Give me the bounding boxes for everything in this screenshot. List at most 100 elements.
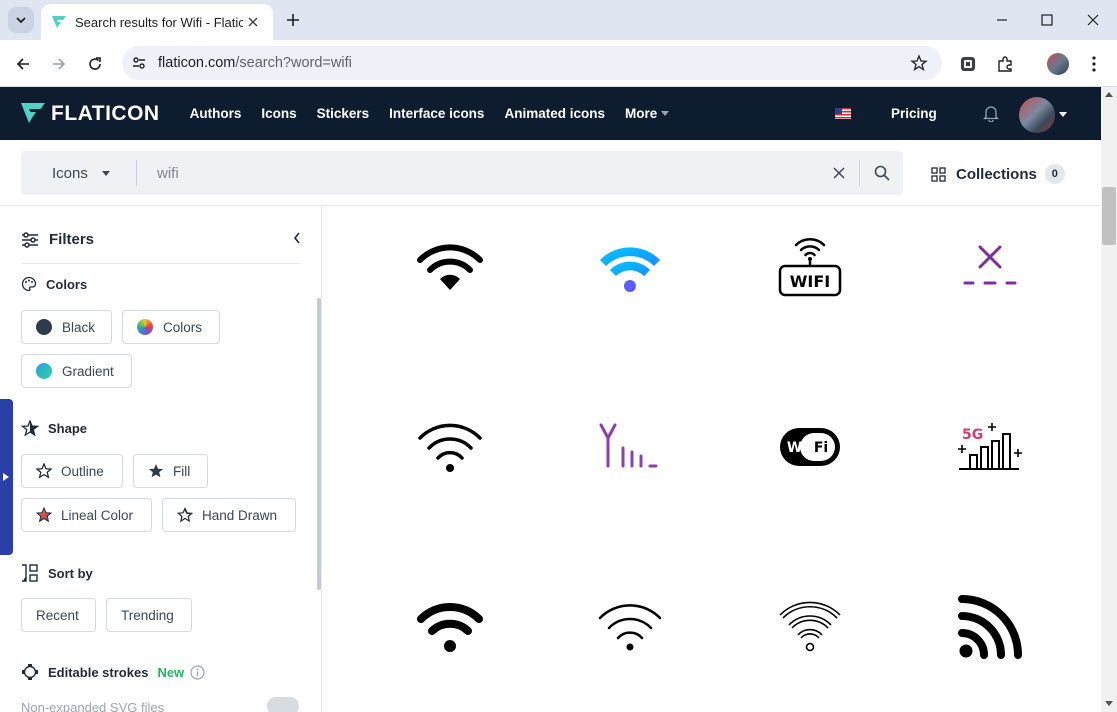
shape-filter-lineal-color[interactable]: Lineal Color [21,498,152,532]
sort-icon [22,564,38,582]
flaticon-favicon-icon [52,16,66,28]
collections-count-badge: 0 [1044,164,1065,184]
wifi-sign-icon: WIFI [778,238,842,297]
browser-menu-button[interactable] [1082,52,1106,76]
result-item[interactable] [954,231,1026,303]
result-item[interactable]: 5G [954,411,1026,483]
collapse-filters-button[interactable] [293,231,301,249]
close-icon [248,17,258,27]
tab-title: Search results for Wifi - Flaticon [75,14,243,30]
result-item[interactable] [594,411,666,483]
search-button[interactable] [859,160,903,186]
black-swatch [36,319,52,335]
star-lineal-color-icon [36,507,52,523]
wifi-outline-icon [418,423,482,472]
forward-button[interactable] [47,52,71,76]
result-item[interactable] [954,591,1026,663]
result-item[interactable] [594,591,666,663]
search-input[interactable]: wifi [157,165,819,182]
color-filter-black[interactable]: Black [21,310,112,344]
shape-filter-outline[interactable]: Outline [21,454,123,488]
star-filled-icon [149,464,163,478]
close-icon [1087,14,1099,26]
reload-button[interactable] [83,52,107,76]
bookmark-star-icon[interactable] [910,54,928,72]
5g-text: 5G [962,427,983,443]
search-row: Icons wifi Collections 0 [0,140,1101,206]
site-logo[interactable]: FLATICON [21,102,160,126]
shape-section-title: Shape [21,420,87,436]
sort-trending-button[interactable]: Trending [106,598,192,632]
star-hand-drawn-icon [177,507,193,523]
nav-more[interactable]: More [624,106,670,121]
page-scrollbar-thumb[interactable] [1102,187,1116,245]
sidebar-scrollbar[interactable] [317,298,321,590]
clear-search-button[interactable] [819,167,859,179]
nav-stickers[interactable]: Stickers [317,106,370,121]
url-path: /search?word=wifi [235,55,352,71]
caret-down-icon [661,111,670,116]
back-button[interactable] [11,52,35,76]
result-item[interactable]: Wi Fi [774,411,846,483]
sort-section-title: Sort by [21,564,93,582]
profile-avatar [1047,53,1069,75]
result-item[interactable] [774,591,846,663]
tab-search-button[interactable] [8,7,34,33]
site-settings-icon[interactable] [131,55,147,71]
result-item[interactable] [414,231,486,303]
address-bar[interactable]: flaticon.com/search?word=wifi [122,46,942,80]
flaticon-logo-icon [21,102,45,123]
page-scrollbar[interactable] [1101,87,1117,712]
shape-title-text: Shape [48,420,88,436]
close-window-button[interactable] [1081,8,1105,32]
info-icon[interactable] [190,664,205,680]
resource-type-label: Icons [52,164,88,182]
nav-authors[interactable]: Authors [190,106,242,121]
nav-animated-icons[interactable]: Animated icons [504,106,605,121]
scroll-up-icon[interactable] [1105,92,1113,97]
browser-tab-active[interactable]: Search results for Wifi - Flaticon [41,4,273,40]
pricing-link[interactable]: Pricing [891,106,937,121]
color-filter-colors[interactable]: Colors [122,310,220,344]
chip-label: Fill [173,463,191,479]
sort-recent-button[interactable]: Recent [21,598,96,632]
search-bar: Icons wifi [21,151,903,195]
us-flag-icon[interactable] [835,108,851,119]
user-avatar[interactable] [1019,97,1055,133]
wifi-badge-left-text: Wi [787,440,807,456]
plus-icon [287,14,299,26]
nav-interface-icons[interactable]: Interface icons [389,106,484,121]
minimize-button[interactable] [990,8,1014,32]
sidebar-expand-handle[interactable] [0,399,13,555]
antenna-signal-icon [599,423,658,468]
gradient-swatch [36,363,52,379]
nav-icons[interactable]: Icons [261,106,296,121]
result-item[interactable] [414,411,486,483]
bell-icon[interactable] [983,105,999,122]
caret-down-icon[interactable] [1059,112,1067,117]
caret-right-icon [3,473,9,481]
result-item[interactable] [594,231,666,303]
shape-filter-hand-drawn[interactable]: Hand Drawn [162,498,296,532]
maximize-button[interactable] [1035,8,1059,32]
profile-button[interactable] [1046,52,1070,76]
result-item[interactable]: WIFI [774,231,846,303]
resource-type-select[interactable]: Icons [21,165,136,182]
color-filter-gradient[interactable]: Gradient [21,354,132,388]
result-item[interactable] [414,591,486,663]
extension-app-icon [961,57,975,71]
multicolor-swatch [137,319,153,335]
tab-close-button[interactable] [243,12,263,32]
non-expanded-svg-toggle[interactable] [267,697,299,712]
arrow-left-icon [16,58,29,70]
browser-chrome: Search results for Wifi - Flaticon flati… [0,0,1117,87]
extensions-button[interactable] [993,52,1017,76]
filters-header: Filters [21,224,301,264]
shape-filter-fill[interactable]: Fill [133,454,208,488]
new-tab-button[interactable] [283,10,303,30]
nav-more-label: More [624,106,658,121]
extension-button[interactable] [956,52,980,76]
wifi-black-icon [417,244,483,290]
collections-button[interactable]: Collections 0 [931,164,1065,184]
scroll-down-icon[interactable] [1105,701,1113,706]
